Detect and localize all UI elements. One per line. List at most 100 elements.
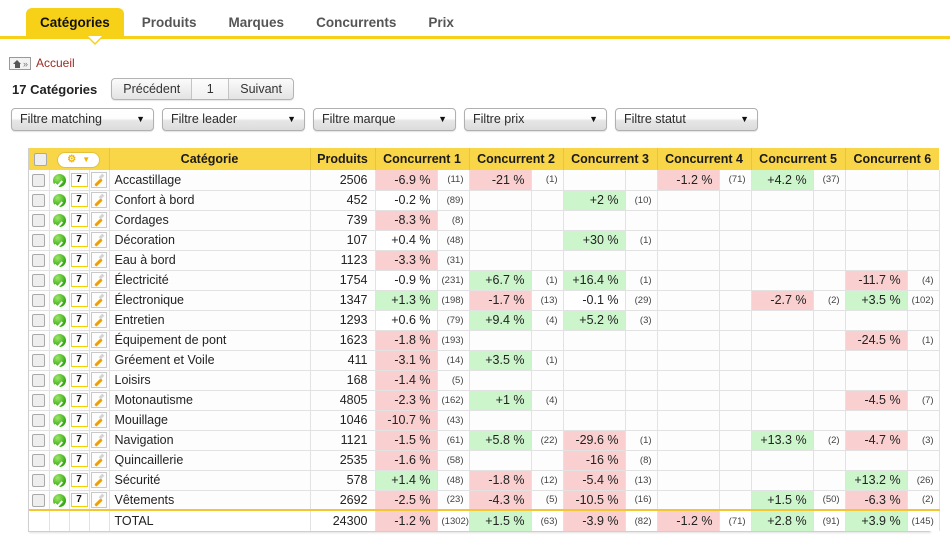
green-check-icon[interactable]	[52, 294, 66, 308]
green-check-icon[interactable]	[52, 394, 66, 408]
row-badge-cell[interactable]: 7	[69, 330, 90, 351]
row-badge-cell[interactable]: 7	[69, 170, 90, 191]
table-row[interactable]: 7 Navigation 1121 -1.5 % (61) +5.8 % (22) -29.6…	[29, 430, 940, 451]
row-edit-cell[interactable]	[89, 270, 110, 291]
category-name-cell[interactable]: Sécurité	[109, 470, 311, 491]
row-edit-cell[interactable]	[89, 230, 110, 251]
row-badge-cell[interactable]: 7	[69, 270, 90, 291]
pencil-icon[interactable]	[91, 432, 107, 448]
row-checkbox[interactable]	[32, 354, 46, 368]
row-select-cell[interactable]	[29, 190, 50, 211]
count-badge[interactable]: 7	[70, 473, 88, 488]
category-name-cell[interactable]: Eau à bord	[109, 250, 311, 271]
category-name-cell[interactable]: Loisirs	[109, 370, 311, 391]
count-badge[interactable]: 7	[70, 193, 88, 208]
row-status-cell[interactable]	[49, 490, 70, 511]
category-name-cell[interactable]: Cordages	[109, 210, 311, 231]
row-status-cell[interactable]	[49, 230, 70, 251]
row-checkbox[interactable]	[32, 254, 46, 268]
tab-cat-gories[interactable]: Catégories	[26, 7, 124, 36]
count-badge[interactable]: 7	[70, 493, 88, 508]
row-select-cell[interactable]	[29, 230, 50, 251]
green-check-icon[interactable]	[52, 214, 66, 228]
green-check-icon[interactable]	[52, 334, 66, 348]
row-status-cell[interactable]	[49, 190, 70, 211]
row-badge-cell[interactable]: 7	[69, 230, 90, 251]
category-name-cell[interactable]: Motonautisme	[109, 390, 311, 411]
header-concurrent-4[interactable]: Concurrent 4	[657, 148, 752, 170]
row-edit-cell[interactable]	[89, 470, 110, 491]
pencil-icon[interactable]	[91, 212, 107, 228]
green-check-icon[interactable]	[52, 354, 66, 368]
filter-filtre-leader[interactable]: Filtre leader ▼	[162, 108, 305, 131]
filter-filtre-statut[interactable]: Filtre statut ▼	[615, 108, 758, 131]
row-status-cell[interactable]	[49, 270, 70, 291]
row-badge-cell[interactable]: 7	[69, 430, 90, 451]
green-check-icon[interactable]	[52, 254, 66, 268]
tab-produits[interactable]: Produits	[128, 8, 211, 37]
table-row[interactable]: 7 Décoration 107 +0.4 % (48) +30 % (1)	[29, 230, 940, 251]
row-select-cell[interactable]	[29, 170, 50, 191]
green-check-icon[interactable]	[52, 474, 66, 488]
table-row[interactable]: 7 Loisirs 168 -1.4 % (5)	[29, 370, 940, 391]
pager-prev-button[interactable]: Précédent	[112, 79, 193, 99]
category-name-cell[interactable]: Entretien	[109, 310, 311, 331]
row-edit-cell[interactable]	[89, 330, 110, 351]
table-row[interactable]: 7 Équipement de pont 1623 -1.8 % (193) -24.5 …	[29, 330, 940, 351]
row-select-cell[interactable]	[29, 270, 50, 291]
pencil-icon[interactable]	[91, 292, 107, 308]
category-name-cell[interactable]: Confort à bord	[109, 190, 311, 211]
pencil-icon[interactable]	[91, 171, 107, 188]
header-concurrent-6[interactable]: Concurrent 6	[845, 148, 940, 170]
row-status-cell[interactable]	[49, 210, 70, 231]
row-status-cell[interactable]	[49, 170, 70, 191]
table-row[interactable]: 7 Vêtements 2692 -2.5 % (23) -4.3 % (5) -10.5 %…	[29, 490, 940, 511]
green-check-icon[interactable]	[52, 414, 66, 428]
table-row[interactable]: 7 Accastillage 2506 -6.9 % (11) -21 % (1) -1.2 …	[29, 170, 940, 191]
row-checkbox[interactable]	[32, 474, 46, 488]
count-badge[interactable]: 7	[70, 333, 88, 348]
row-checkbox[interactable]	[32, 414, 46, 428]
category-name-cell[interactable]: Navigation	[109, 430, 311, 451]
count-badge[interactable]: 7	[70, 293, 88, 308]
row-edit-cell[interactable]	[89, 490, 110, 511]
table-row[interactable]: 7 Gréement et Voile 411 -3.1 % (14) +3.5 % (1)	[29, 350, 940, 371]
row-badge-cell[interactable]: 7	[69, 250, 90, 271]
row-edit-cell[interactable]	[89, 250, 110, 271]
row-edit-cell[interactable]	[89, 350, 110, 371]
row-select-cell[interactable]	[29, 350, 50, 371]
count-badge[interactable]: 7	[70, 373, 88, 388]
row-select-cell[interactable]	[29, 290, 50, 311]
row-badge-cell[interactable]: 7	[69, 450, 90, 471]
row-checkbox[interactable]	[32, 493, 46, 507]
pencil-icon[interactable]	[91, 372, 107, 388]
row-select-cell[interactable]	[29, 470, 50, 491]
green-check-icon[interactable]	[52, 274, 66, 288]
row-select-cell[interactable]	[29, 370, 50, 391]
pencil-icon[interactable]	[91, 472, 107, 488]
row-status-cell[interactable]	[49, 350, 70, 371]
header-concurrent-2[interactable]: Concurrent 2	[469, 148, 564, 170]
pager-next-button[interactable]: Suivant	[229, 79, 293, 99]
select-all-checkbox[interactable]	[34, 153, 47, 167]
count-badge[interactable]: 7	[70, 173, 88, 188]
row-checkbox[interactable]	[32, 274, 46, 288]
pencil-icon[interactable]	[91, 192, 107, 208]
row-select-cell[interactable]	[29, 430, 50, 451]
pencil-icon[interactable]	[91, 412, 107, 428]
row-checkbox[interactable]	[32, 334, 46, 348]
header-concurrent-3[interactable]: Concurrent 3	[563, 148, 658, 170]
table-row[interactable]: 7 Électricité 1754 -0.9 % (231) +6.7 % (1) +16.…	[29, 270, 940, 291]
category-name-cell[interactable]: Accastillage	[109, 170, 311, 191]
breadcrumb-link-accueil[interactable]: Accueil	[36, 56, 75, 70]
tab-concurrents[interactable]: Concurrents	[302, 8, 410, 37]
row-checkbox[interactable]	[32, 194, 46, 208]
row-edit-cell[interactable]	[89, 190, 110, 211]
row-status-cell[interactable]	[49, 430, 70, 451]
row-checkbox[interactable]	[32, 394, 46, 408]
row-status-cell[interactable]	[49, 310, 70, 331]
row-badge-cell[interactable]: 7	[69, 410, 90, 431]
table-row[interactable]: 7 Entretien 1293 +0.6 % (79) +9.4 % (4) +5.2 %(…	[29, 310, 940, 331]
green-check-icon[interactable]	[52, 493, 66, 507]
category-name-cell[interactable]: Quincaillerie	[109, 450, 311, 471]
